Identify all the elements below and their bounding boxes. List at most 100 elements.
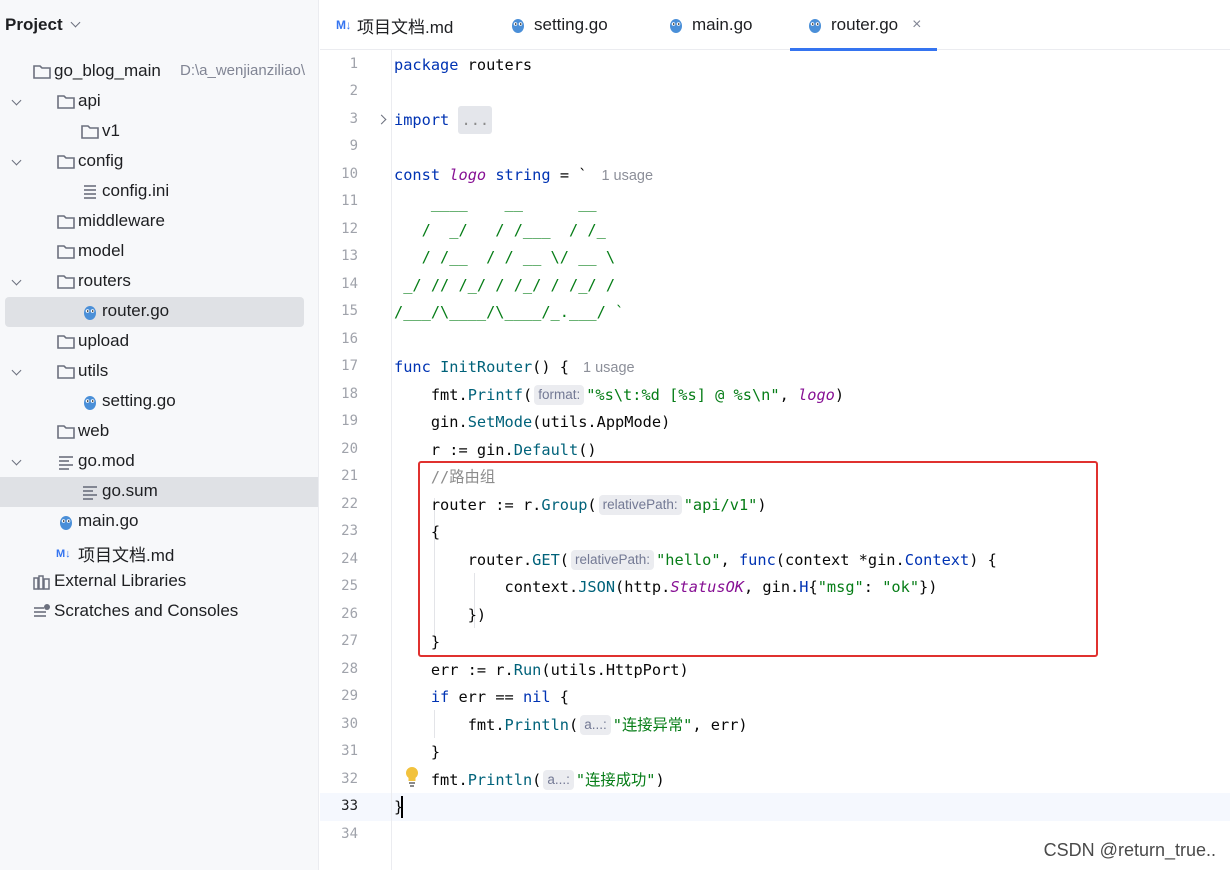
tree-item-md[interactable]: M↓ 项目文档.md — [0, 537, 318, 567]
line-number[interactable]: 34 — [320, 826, 358, 842]
code-text: = ` — [550, 166, 588, 184]
tree-item-setting-go[interactable]: setting.go — [0, 387, 318, 417]
tab-router-go[interactable]: router.go × — [790, 0, 938, 51]
tree-item-router-go[interactable]: router.go — [5, 297, 304, 327]
code-line-21[interactable]: //路由组 — [394, 463, 495, 491]
line-number[interactable]: 31 — [320, 743, 358, 759]
chevron-down-icon[interactable] — [11, 275, 22, 286]
code-line-3[interactable]: import ... — [394, 106, 493, 134]
code-line-31[interactable]: } — [394, 738, 440, 766]
comment: //路由组 — [430, 468, 496, 486]
line-number[interactable]: 32 — [320, 771, 358, 787]
code-line-17[interactable]: func InitRouter() {1 usage — [394, 353, 635, 381]
tree-item-api[interactable]: api — [0, 87, 318, 117]
tree-item-model[interactable]: model — [0, 237, 318, 267]
line-number[interactable]: 27 — [320, 633, 358, 649]
code-line-24[interactable]: router.GET(relativePath: "hello", func(co… — [394, 546, 997, 574]
line-number[interactable]: 23 — [320, 523, 358, 539]
code-line-10[interactable]: const logo string = ` 1 usage — [394, 161, 653, 189]
tree-item-go-blog-main[interactable]: go_blog_main D:\a_wenjianziliao\ — [0, 57, 318, 87]
close-icon[interactable]: × — [912, 16, 921, 34]
line-number[interactable]: 13 — [320, 248, 358, 264]
line-number[interactable]: 3 — [320, 111, 358, 127]
tree-item-config[interactable]: config — [0, 147, 318, 177]
tree-item-go-sum[interactable]: go.sum — [0, 477, 318, 507]
code-line-26[interactable]: }) — [394, 601, 486, 629]
line-number[interactable]: 19 — [320, 413, 358, 429]
chevron-down-icon[interactable] — [11, 455, 22, 466]
code-line-30[interactable]: fmt.Println(a...: "连接异常", err) — [394, 711, 748, 739]
tree-item-scratches-and-consoles[interactable]: Scratches and Consoles — [0, 597, 318, 627]
line-number[interactable]: 17 — [320, 358, 358, 374]
line-number[interactable]: 30 — [320, 716, 358, 732]
line-number[interactable]: 9 — [320, 138, 358, 154]
line-number[interactable]: 24 — [320, 551, 358, 567]
tree-item-routers[interactable]: routers — [0, 267, 318, 297]
code-line-27[interactable]: } — [394, 628, 440, 656]
line-number[interactable]: 18 — [320, 386, 358, 402]
code-line-13[interactable]: / /__ / / __ \/ __ \ — [394, 243, 615, 271]
tab-project-doc-md[interactable]: M↓ 项目文档.md — [336, 0, 453, 50]
tree-item-v1[interactable]: v1 — [0, 117, 318, 147]
project-title[interactable]: Project — [5, 15, 63, 35]
package-ref: fmt — [467, 716, 496, 734]
code-line-25[interactable]: context.JSON(http.StatusOK, gin.H{"msg":… — [394, 573, 938, 601]
tree-item-utils[interactable]: utils — [0, 357, 318, 387]
code-line-18[interactable]: fmt.Printf(format: "%s\t:%d [%s] @ %s\n",… — [394, 381, 844, 409]
tree-item-middleware[interactable]: middleware — [0, 207, 318, 237]
line-number[interactable]: 26 — [320, 606, 358, 622]
line-number[interactable]: 16 — [320, 331, 358, 347]
parameter-hint: format: — [534, 385, 585, 405]
line-number[interactable]: 29 — [320, 688, 358, 704]
folder-icon — [56, 243, 76, 261]
const-name: logo — [449, 166, 487, 184]
line-number[interactable]: 22 — [320, 496, 358, 512]
chevron-down-icon[interactable] — [11, 155, 22, 166]
line-number[interactable]: 12 — [320, 221, 358, 237]
project-view-header[interactable]: Project — [0, 0, 318, 50]
tab-setting-go[interactable]: setting.go — [509, 0, 608, 50]
code-line-20[interactable]: r := gin.Default() — [394, 436, 597, 464]
tab-main-go[interactable]: main.go — [667, 0, 752, 50]
tree-item-go-mod[interactable]: go.mod — [0, 447, 318, 477]
tree-item-upload[interactable]: upload — [0, 327, 318, 357]
line-number-gutter[interactable]: 1 2 3 9 10 11 12 13 14 15 16 17 18 19 20 21 22 23 24 25 26 27… — [320, 50, 392, 870]
line-number[interactable]: 15 — [320, 303, 358, 319]
lightbulb-icon[interactable] — [404, 766, 420, 788]
usage-hint[interactable]: 1 usage — [583, 360, 635, 376]
line-number[interactable]: 20 — [320, 441, 358, 457]
code-line-29[interactable]: if err == nil { — [394, 683, 569, 711]
tree-item-external-libraries[interactable]: External Libraries — [0, 567, 318, 597]
code-line-14[interactable]: _/ // /_/ / /_/ / /_/ / — [394, 271, 615, 299]
code-line-23[interactable]: { — [394, 518, 440, 546]
function-call: SetMode — [467, 413, 533, 431]
line-number[interactable]: 25 — [320, 578, 358, 594]
folded-region[interactable]: ... — [458, 106, 493, 134]
code-line-1[interactable]: package routers — [394, 51, 532, 79]
code-line-28[interactable]: err := r.Run(utils.HttpPort) — [394, 656, 689, 684]
code-line-11[interactable]: ____ __ __ — [394, 189, 597, 217]
chevron-down-icon[interactable] — [11, 95, 22, 106]
code-line-15[interactable]: /___/\____/\____/_.___/ ` — [394, 298, 624, 326]
tree-item-config-ini[interactable]: config.ini — [0, 177, 318, 207]
string-literal: "%s\t:%d [%s] @ %s\n" — [586, 386, 780, 404]
line-number[interactable]: 21 — [320, 468, 358, 484]
line-number[interactable]: 2 — [320, 83, 358, 99]
line-number[interactable]: 1 — [320, 56, 358, 72]
chevron-down-icon[interactable] — [70, 17, 81, 28]
folder-icon — [56, 273, 76, 291]
line-number[interactable]: 11 — [320, 193, 358, 209]
code-line-19[interactable]: gin.SetMode(utils.AppMode) — [394, 408, 670, 436]
keyword: func — [738, 551, 776, 569]
tree-item-main-go[interactable]: main.go — [0, 507, 318, 537]
line-number[interactable]: 28 — [320, 661, 358, 677]
line-number[interactable]: 10 — [320, 166, 358, 182]
code-line-32[interactable]: fmt.Println(a...: "连接成功") — [394, 766, 665, 794]
line-number[interactable]: 33 — [320, 798, 358, 814]
chevron-down-icon[interactable] — [11, 365, 22, 376]
tree-item-web[interactable]: web — [0, 417, 318, 447]
code-line-22[interactable]: router := r.Group(relativePath: "api/v1") — [394, 491, 767, 519]
usage-hint[interactable]: 1 usage — [601, 168, 653, 184]
line-number[interactable]: 14 — [320, 276, 358, 292]
code-line-12[interactable]: / _/ / /___ / /_ — [394, 216, 606, 244]
